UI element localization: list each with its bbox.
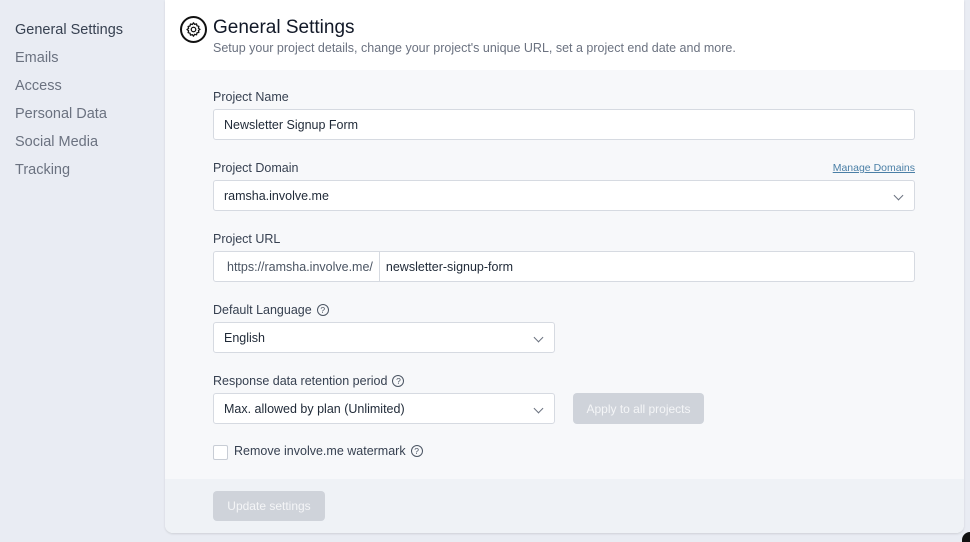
- update-settings-button[interactable]: Update settings: [213, 491, 325, 521]
- manage-domains-link[interactable]: Manage Domains: [833, 162, 915, 174]
- apply-to-all-projects-button[interactable]: Apply to all projects: [573, 393, 704, 424]
- project-name-label-text: Project Name: [213, 90, 289, 104]
- page-title: General Settings: [213, 17, 355, 38]
- project-domain-label-text: Project Domain: [213, 161, 299, 175]
- project-domain-label: Project Domain: [213, 160, 298, 176]
- default-language-label: Default Language ?: [213, 302, 329, 318]
- card-header: General Settings Setup your project deta…: [165, 0, 964, 70]
- remove-watermark-label: Remove involve.me watermark ?: [234, 444, 423, 458]
- settings-card: General Settings Setup your project deta…: [165, 0, 964, 533]
- project-name-value: Newsletter Signup Form: [224, 117, 359, 132]
- project-url-prefix: https://ramsha.involve.me/: [224, 252, 380, 281]
- remove-watermark-checkbox[interactable]: [213, 445, 228, 460]
- chevron-down-icon: [533, 332, 544, 343]
- project-domain-value: ramsha.involve.me: [224, 188, 329, 203]
- chevron-down-icon: [533, 403, 544, 414]
- help-icon[interactable]: ?: [392, 375, 405, 387]
- sidebar-item-access[interactable]: Access: [15, 77, 62, 95]
- retention-period-select[interactable]: Max. allowed by plan (Unlimited): [213, 393, 555, 424]
- retention-period-value: Max. allowed by plan (Unlimited): [224, 401, 405, 416]
- project-name-label: Project Name: [213, 89, 289, 105]
- sidebar-item-emails[interactable]: Emails: [15, 49, 59, 67]
- retention-label-text: Response data retention period: [213, 374, 388, 388]
- sidebar-item-personal-data[interactable]: Personal Data: [15, 105, 107, 123]
- project-domain-select[interactable]: ramsha.involve.me: [213, 180, 915, 211]
- project-url-slug-input[interactable]: newsletter-signup-form: [380, 260, 513, 274]
- help-icon[interactable]: ?: [410, 445, 423, 457]
- sidebar-item-general-settings[interactable]: General Settings: [15, 21, 123, 39]
- remove-watermark-label-text: Remove involve.me watermark: [234, 444, 406, 458]
- help-icon[interactable]: ?: [316, 304, 329, 316]
- default-language-value: English: [224, 330, 265, 345]
- sidebar-item-social-media[interactable]: Social Media: [15, 133, 98, 151]
- project-url-field[interactable]: https://ramsha.involve.me/ newsletter-si…: [213, 251, 915, 282]
- gear-icon: [180, 16, 207, 43]
- default-language-select[interactable]: English: [213, 322, 555, 353]
- project-url-label: Project URL: [213, 231, 280, 247]
- default-language-label-text: Default Language: [213, 303, 312, 317]
- page-subtitle: Setup your project details, change your …: [213, 41, 736, 55]
- card-footer: Update settings: [165, 479, 964, 533]
- sidebar-item-tracking[interactable]: Tracking: [15, 161, 70, 179]
- project-url-label-text: Project URL: [213, 232, 281, 246]
- window-corner: [962, 532, 970, 542]
- chevron-down-icon: [893, 190, 904, 201]
- retention-label: Response data retention period ?: [213, 373, 405, 389]
- project-name-input[interactable]: Newsletter Signup Form: [213, 109, 915, 140]
- settings-sidebar: General Settings Emails Access Personal …: [0, 0, 165, 542]
